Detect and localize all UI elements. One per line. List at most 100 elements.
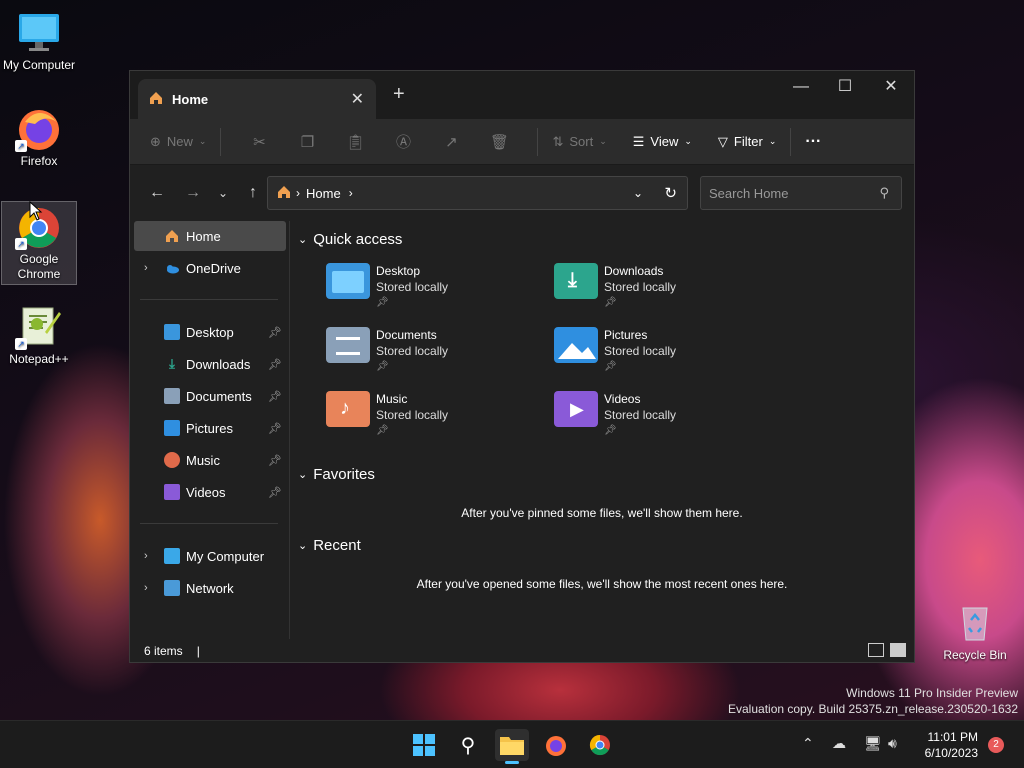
new-tab-button[interactable]: + [393, 83, 405, 106]
windows-watermark: Windows 11 Pro Insider Preview Evaluatio… [728, 685, 1018, 717]
section-recent[interactable]: ⌄ Recent [298, 537, 361, 554]
view-toggle [868, 643, 906, 657]
item-name: Music [376, 392, 408, 406]
quick-access-item-downloads[interactable]: ⤓ Downloads Stored locally 📌︎ [554, 263, 676, 311]
sidebar-item-music[interactable]: Music 📌︎ [134, 445, 286, 475]
chevron-down-icon: ⌄ [298, 540, 308, 552]
file-explorer-taskbar-button[interactable] [495, 729, 529, 764]
item-name: Pictures [604, 328, 648, 342]
watermark-line: Windows 11 Pro Insider Preview [846, 686, 1018, 700]
search-icon: ⚲ [879, 185, 889, 200]
content-pane: ⌄ Quick access Desktop Stored locally 📌︎… [292, 221, 912, 639]
rename-icon[interactable]: Ⓐ [379, 131, 427, 152]
section-favorites[interactable]: ⌄ Favorites [298, 466, 375, 483]
details-view-icon[interactable] [868, 643, 884, 657]
chrome-taskbar-button[interactable] [583, 729, 617, 761]
delete-icon[interactable]: 🗑︎ [475, 133, 523, 151]
home-icon [276, 184, 292, 203]
section-title: Recent [313, 537, 361, 554]
forward-arrow-icon[interactable]: → [178, 184, 208, 202]
quick-access-item-videos[interactable]: ▶ Videos Stored locally 📌︎ [554, 391, 676, 439]
sidebar-item-pictures[interactable]: Pictures 📌︎ [134, 413, 286, 443]
tiles-view-icon[interactable] [890, 643, 906, 657]
sort-button[interactable]: ⇅ Sort ⌄ [552, 134, 606, 150]
pin-icon: 📌︎ [376, 297, 389, 308]
address-bar[interactable]: › Home › ⌄ ↻ [267, 176, 688, 210]
network-icon[interactable]: 🖥︎ [864, 735, 882, 752]
sidebar-item-onedrive[interactable]: › OneDrive [134, 253, 286, 283]
refresh-icon[interactable]: ↻ [664, 184, 677, 202]
show-hidden-icons-chevron-icon[interactable]: ⌃ [802, 735, 814, 752]
quick-access-item-pictures[interactable]: Pictures Stored locally 📌︎ [554, 327, 676, 375]
firefox-taskbar-button[interactable] [539, 729, 573, 761]
close-tab-icon[interactable]: ✕ [351, 89, 364, 109]
firefox-icon [546, 736, 566, 756]
maximize-button[interactable]: ☐ [822, 75, 868, 99]
search-placeholder: Search Home [709, 185, 789, 201]
volume-icon[interactable]: 🔊︎ [888, 735, 897, 752]
section-quick-access[interactable]: ⌄ Quick access [298, 231, 402, 248]
divider [140, 299, 278, 300]
sidebar-item-videos[interactable]: Videos 📌︎ [134, 477, 286, 507]
sidebar-item-documents[interactable]: Documents 📌︎ [134, 381, 286, 411]
chevron-down-icon: ⌄ [298, 469, 308, 481]
start-button[interactable] [407, 729, 441, 761]
chevron-right-icon[interactable]: › [144, 262, 148, 274]
favorites-empty-message: After you've pinned some files, we'll sh… [461, 506, 743, 520]
search-button[interactable]: ⚲ [451, 729, 485, 761]
up-arrow-icon[interactable]: ↑ [238, 184, 268, 202]
pictures-icon [164, 420, 180, 436]
item-status: Stored locally [604, 344, 677, 358]
chevron-right-icon[interactable]: › [144, 550, 148, 562]
more-options-button[interactable]: ··· [805, 133, 821, 151]
cut-icon[interactable]: ✂ [235, 133, 283, 151]
pin-icon[interactable]: 📌︎ [268, 358, 282, 371]
desktop-folder-icon [326, 263, 370, 299]
sidebar-item-network[interactable]: › Network [134, 573, 286, 603]
quick-access-item-music[interactable]: ♪ Music Stored locally 📌︎ [326, 391, 448, 439]
desktop-icon-firefox[interactable]: ↗ Firefox [1, 104, 77, 168]
pin-icon[interactable]: 📌︎ [268, 326, 282, 339]
notification-badge[interactable]: 2 [988, 737, 1004, 753]
desktop-icon-my-computer[interactable]: My Computer [1, 8, 77, 72]
search-icon: ⚲ [460, 734, 476, 757]
filter-button[interactable]: ▽ Filter ⌄ [718, 134, 776, 150]
item-name: Videos [604, 392, 641, 406]
chevron-right-icon[interactable]: › [144, 582, 148, 594]
breadcrumb-home[interactable]: Home [306, 186, 341, 201]
minimize-button[interactable]: — [778, 75, 824, 99]
sidebar-item-home[interactable]: Home [134, 221, 286, 251]
item-name: Downloads [604, 264, 664, 278]
quick-access-item-documents[interactable]: Documents Stored locally 📌︎ [326, 327, 448, 375]
sidebar-item-desktop[interactable]: Desktop 📌︎ [134, 317, 286, 347]
item-status: Stored locally [376, 344, 449, 358]
back-arrow-icon[interactable]: ← [142, 184, 172, 202]
desktop-icon-label: Notepad++ [9, 352, 69, 366]
sidebar-item-my-computer[interactable]: › My Computer [134, 541, 286, 571]
pin-icon[interactable]: 📌︎ [268, 454, 282, 467]
item-status: Stored locally [376, 408, 449, 422]
filter-icon: ▽ [717, 133, 728, 149]
view-button[interactable]: ☰ View ⌄ [633, 134, 692, 150]
paste-icon[interactable]: 📋︎ [331, 133, 379, 151]
pin-icon[interactable]: 📌︎ [268, 422, 282, 435]
file-explorer-window: Home ✕ + — ☐ ✕ ⊕ New ⌄ ✂ ❐ 📋︎ Ⓐ ↗ 🗑︎ ⇅ S… [129, 70, 915, 663]
close-window-button[interactable]: ✕ [868, 75, 914, 99]
quick-access-item-desktop[interactable]: Desktop Stored locally 📌︎ [326, 263, 448, 311]
tab-home[interactable]: Home ✕ [138, 79, 376, 119]
clock[interactable]: 11:01 PM 6/10/2023 [925, 729, 978, 761]
sidebar-item-downloads[interactable]: ⤓ Downloads 📌︎ [134, 349, 286, 379]
search-box[interactable]: Search Home ⚲ [700, 176, 902, 210]
new-button[interactable]: ⊕ New ⌄ [150, 134, 206, 150]
pin-icon[interactable]: 📌︎ [268, 486, 282, 499]
desktop-icon-notepadpp[interactable]: ↗ Notepad++ [1, 302, 77, 366]
breadcrumb-separator-icon: › [348, 186, 353, 200]
cloud-offline-icon[interactable]: ☁ [832, 735, 846, 752]
desktop-icon-recycle-bin[interactable]: Recycle Bin [937, 598, 1013, 662]
divider [790, 127, 792, 156]
address-dropdown-icon[interactable]: ⌄ [633, 186, 643, 200]
share-icon[interactable]: ↗ [427, 133, 475, 151]
recent-locations-chevron-icon[interactable]: ⌄ [208, 186, 238, 200]
copy-icon[interactable]: ❐ [283, 133, 331, 151]
pin-icon[interactable]: 📌︎ [268, 390, 282, 403]
